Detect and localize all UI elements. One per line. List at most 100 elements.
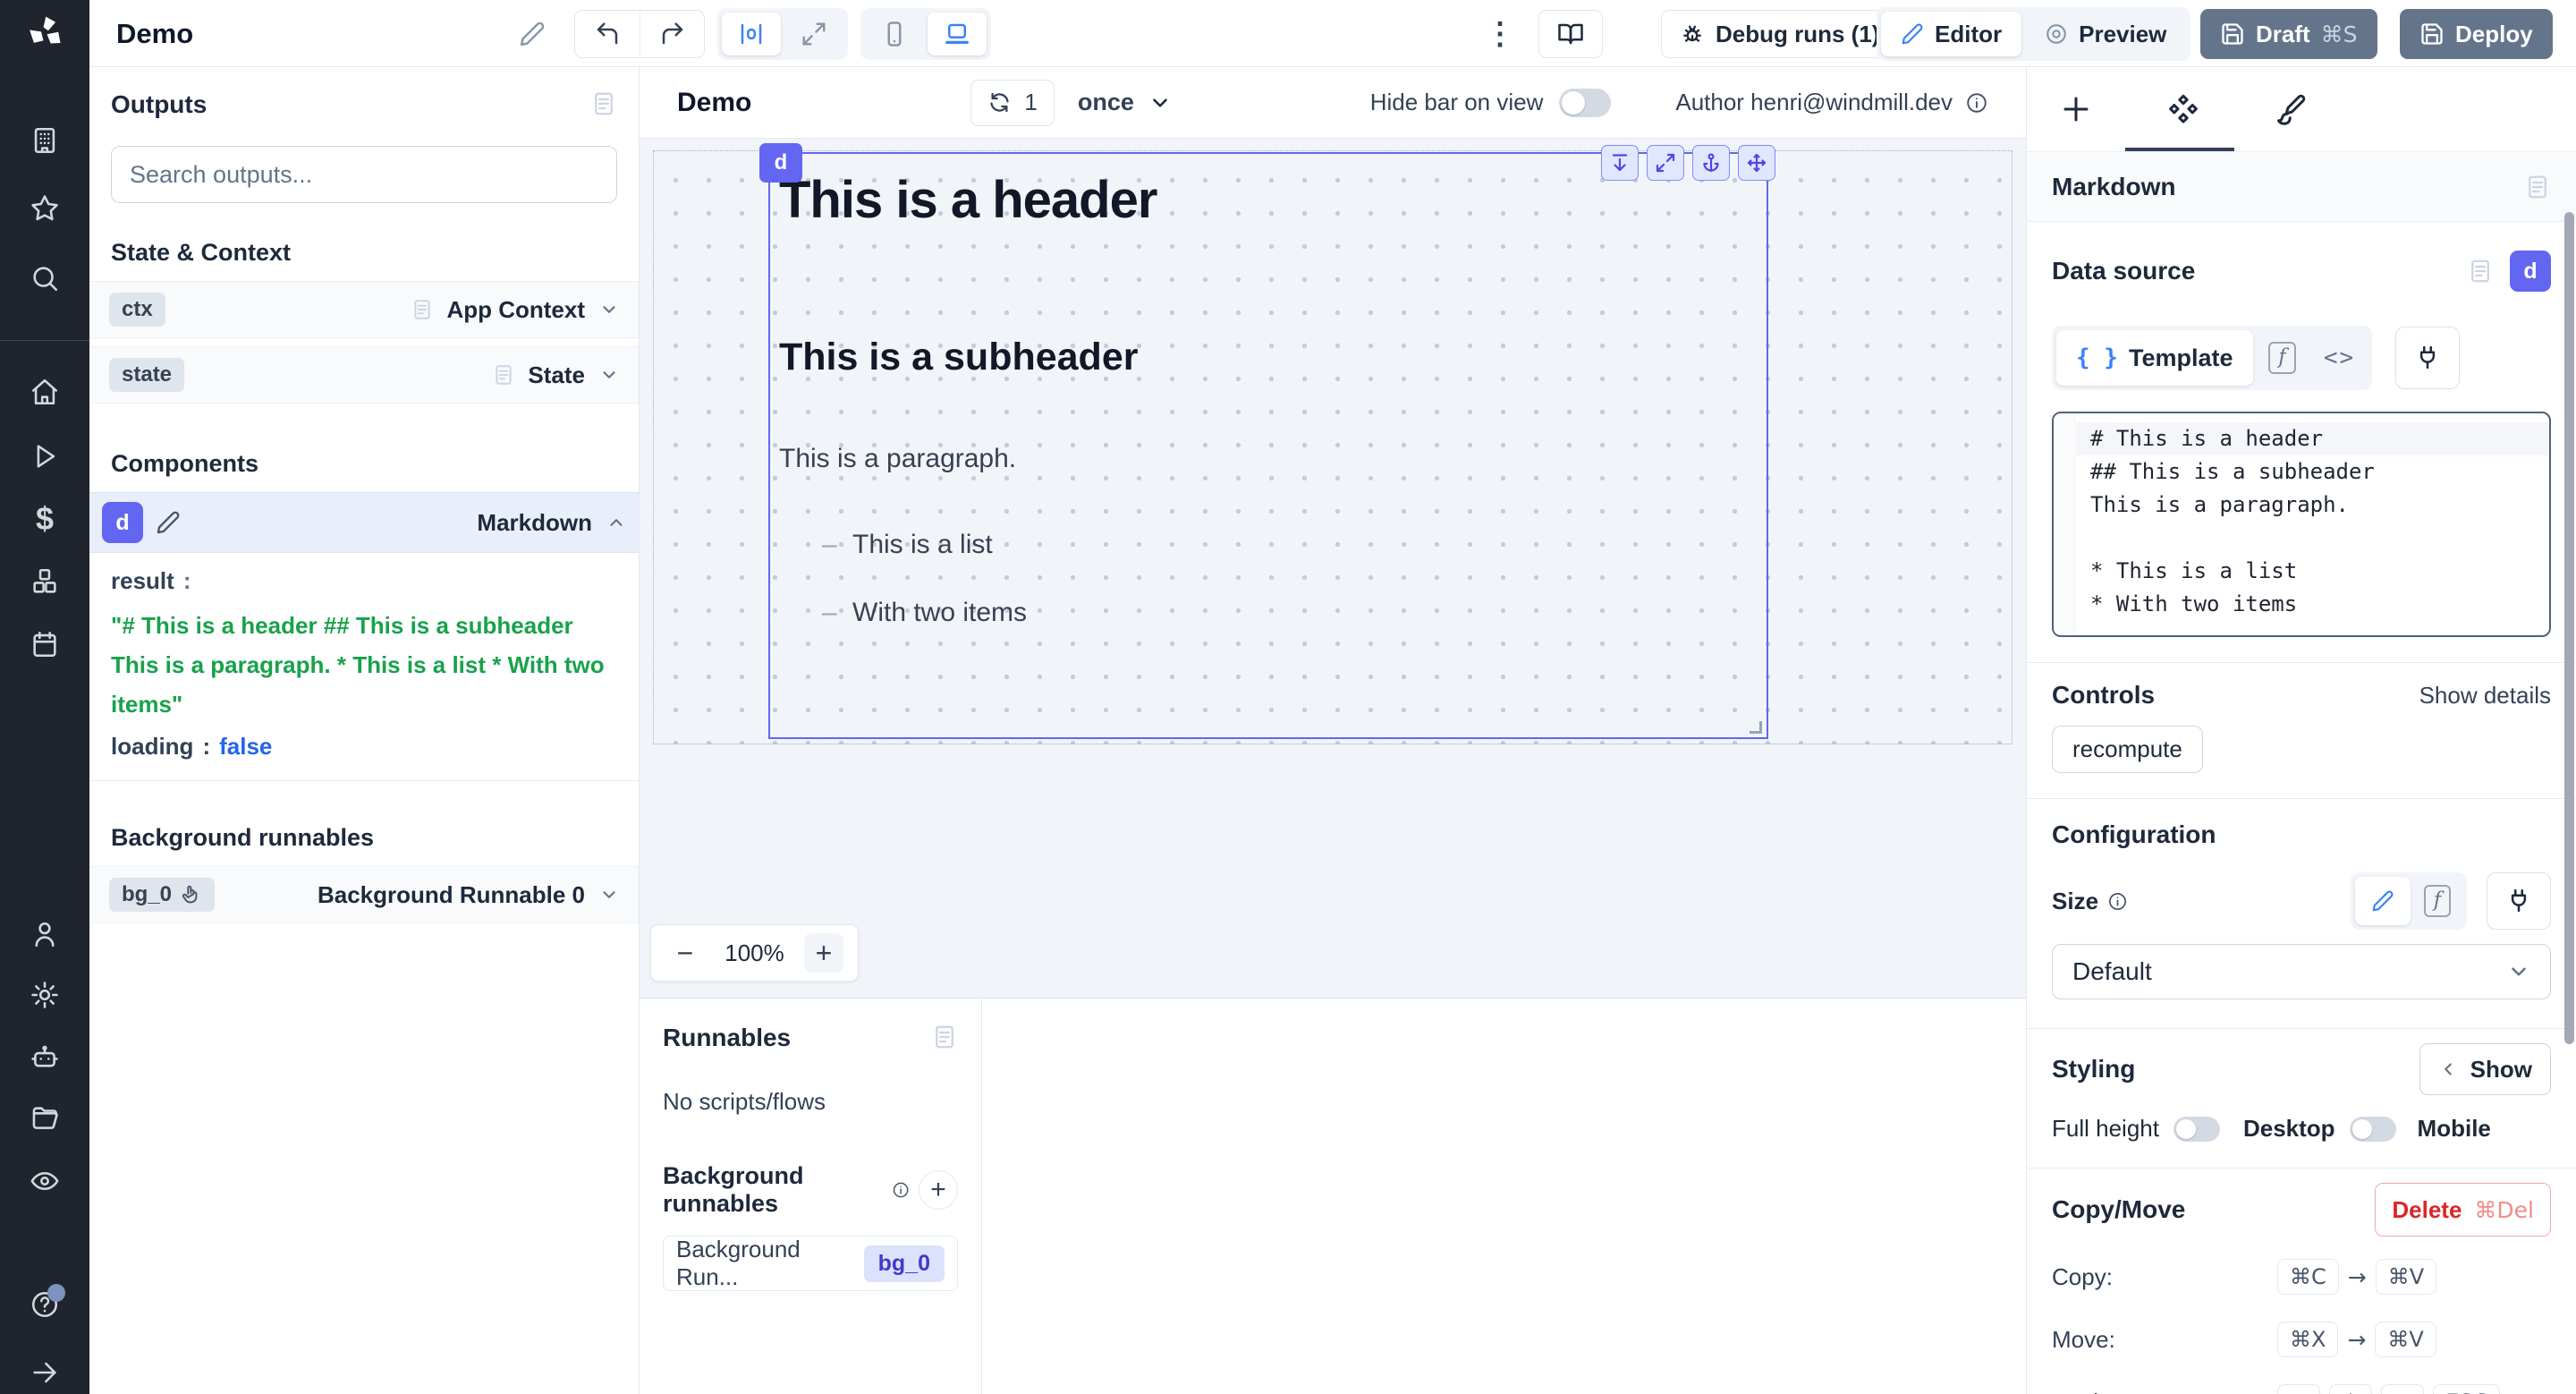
chevron-down-icon[interactable] [599, 365, 619, 385]
code-line[interactable]: ## This is a subheader [2076, 455, 2549, 489]
resize-handle[interactable] [1750, 721, 1762, 734]
anchor-handle[interactable] [1692, 145, 1730, 181]
delete-button[interactable]: Delete ⌘Del [2375, 1183, 2551, 1237]
windmill-logo-icon[interactable] [22, 11, 67, 55]
fullscreen-handle[interactable] [1647, 145, 1684, 181]
canvas-grid[interactable]: d [653, 150, 2012, 744]
canvas-area[interactable]: d [640, 139, 2026, 998]
resources-cubes-icon[interactable] [30, 566, 60, 597]
size-mode-group: f [2351, 872, 2467, 930]
zoom-in-button[interactable]: + [804, 933, 843, 973]
refresh-count-button[interactable]: 1 [970, 80, 1054, 126]
docs-book-button[interactable] [1538, 10, 1603, 58]
draft-button[interactable]: Draft ⌘S [2200, 9, 2377, 59]
bg0-row[interactable]: bg_0 Background Runnable 0 [89, 866, 639, 923]
hide-bar-toggle[interactable] [1559, 89, 1611, 117]
size-select[interactable]: Default [2052, 944, 2551, 999]
connect-plug-button[interactable] [2487, 872, 2551, 930]
debug-runs-button[interactable]: Debug runs (1) [1661, 10, 1898, 58]
preview-tab[interactable]: Preview [2025, 12, 2186, 56]
navigate-label: Navigate: [2052, 1389, 2277, 1394]
centered-width-button[interactable] [722, 13, 781, 55]
code-brackets-icon: <> [2324, 344, 2355, 371]
chevron-down-icon[interactable] [599, 300, 619, 319]
component-type-bar: Markdown [2027, 152, 2576, 222]
arrow-right-icon: → [2348, 1264, 2367, 1290]
connect-plug-button[interactable] [2395, 327, 2460, 389]
code-line[interactable]: * This is a list [2076, 555, 2549, 588]
static-mode-button[interactable] [2355, 877, 2411, 925]
more-options-kebab-icon[interactable]: ⋮ [1485, 11, 1515, 57]
function-mode-button[interactable]: f [2412, 877, 2462, 925]
doc-icon[interactable] [2467, 258, 2494, 285]
state-row[interactable]: state State [89, 346, 639, 404]
recompute-button[interactable]: recompute [2052, 726, 2203, 773]
favorites-star-icon[interactable] [30, 193, 60, 224]
chevron-down-icon[interactable] [599, 885, 619, 905]
tab-styling-brush-icon[interactable] [2273, 91, 2309, 127]
refresh-mode-dropdown[interactable]: once [1078, 89, 1172, 116]
component-d-row[interactable]: d Markdown [89, 492, 639, 553]
chevron-up-icon[interactable] [606, 513, 626, 532]
tab-insert-plus-icon[interactable] [2058, 91, 2094, 127]
background-runnable-item[interactable]: Background Run... bg_0 [663, 1236, 958, 1291]
desktop-toggle[interactable] [2350, 1117, 2396, 1142]
schedules-calendar-icon[interactable] [30, 629, 60, 659]
tab-settings-components-icon[interactable] [2165, 91, 2201, 127]
configuration-title: Configuration [2052, 820, 2551, 849]
component-badge[interactable]: d [759, 143, 802, 183]
home-icon[interactable] [30, 377, 60, 407]
undo-button[interactable] [575, 11, 640, 57]
code-line[interactable] [2076, 522, 2549, 555]
code-line[interactable]: This is a paragraph. [2076, 489, 2549, 522]
users-icon[interactable] [30, 919, 60, 949]
code-line[interactable]: # This is a header [2076, 422, 2549, 455]
show-details-link[interactable]: Show details [2419, 682, 2551, 710]
debug-runs-label: Debug runs (1) [1716, 21, 1879, 48]
audit-eye-icon[interactable] [30, 1166, 60, 1196]
search-outputs-input[interactable] [130, 161, 598, 189]
deploy-label: Deploy [2455, 21, 2533, 48]
variables-dollar-icon[interactable]: $ [36, 504, 54, 534]
ctx-row[interactable]: ctx App Context [89, 281, 639, 338]
zoom-out-button[interactable]: − [665, 933, 705, 973]
code-line[interactable]: * With two items [2076, 588, 2549, 621]
mobile-view-button[interactable] [865, 13, 924, 55]
panel-doc-icon[interactable] [931, 1024, 958, 1050]
panel-doc-icon[interactable] [2524, 174, 2551, 200]
panel-doc-icon[interactable] [590, 90, 617, 117]
deploy-button[interactable]: Deploy [2400, 9, 2553, 59]
template-code-editor[interactable]: # This is a header ## This is a subheade… [2052, 412, 2551, 637]
expand-down-handle[interactable] [1601, 145, 1639, 181]
data-source-mode-group: { } Template f <> [2052, 326, 2372, 390]
editor-tab[interactable]: Editor [1881, 12, 2021, 56]
redo-button[interactable] [640, 11, 704, 57]
desktop-view-button[interactable] [928, 13, 987, 55]
topbar: Demo [89, 0, 2576, 67]
copy-label: Copy: [2052, 1263, 2277, 1291]
rename-app-pencil-icon[interactable] [519, 11, 546, 57]
full-height-toggle[interactable] [2174, 1117, 2220, 1142]
rename-component-pencil-icon[interactable] [156, 510, 181, 535]
component-id-badge[interactable]: d [2510, 251, 2551, 292]
code-mode-button[interactable]: <> [2312, 330, 2368, 386]
folders-icon[interactable] [30, 1103, 60, 1134]
workspace-icon[interactable] [30, 125, 60, 156]
full-width-button[interactable] [784, 13, 843, 55]
refresh-count: 1 [1024, 89, 1037, 116]
template-mode-button[interactable]: { } Template [2056, 330, 2253, 386]
styling-show-button[interactable]: Show [2419, 1043, 2551, 1095]
search-icon[interactable] [30, 263, 60, 293]
collapse-rail-arrow-icon[interactable] [30, 1357, 60, 1388]
info-icon[interactable] [1965, 91, 1988, 115]
markdown-component[interactable]: d [768, 152, 1768, 739]
add-background-runnable-button[interactable]: + [919, 1170, 958, 1210]
move-handle[interactable] [1738, 145, 1775, 181]
settings-gear-icon[interactable] [30, 980, 60, 1010]
runs-play-icon[interactable] [30, 441, 60, 472]
help-icon[interactable] [30, 1289, 60, 1320]
function-icon: f [2268, 342, 2296, 374]
workers-robot-icon[interactable] [30, 1042, 60, 1073]
function-mode-button[interactable]: f [2255, 330, 2310, 386]
scrollbar-thumb[interactable] [2564, 212, 2574, 1044]
